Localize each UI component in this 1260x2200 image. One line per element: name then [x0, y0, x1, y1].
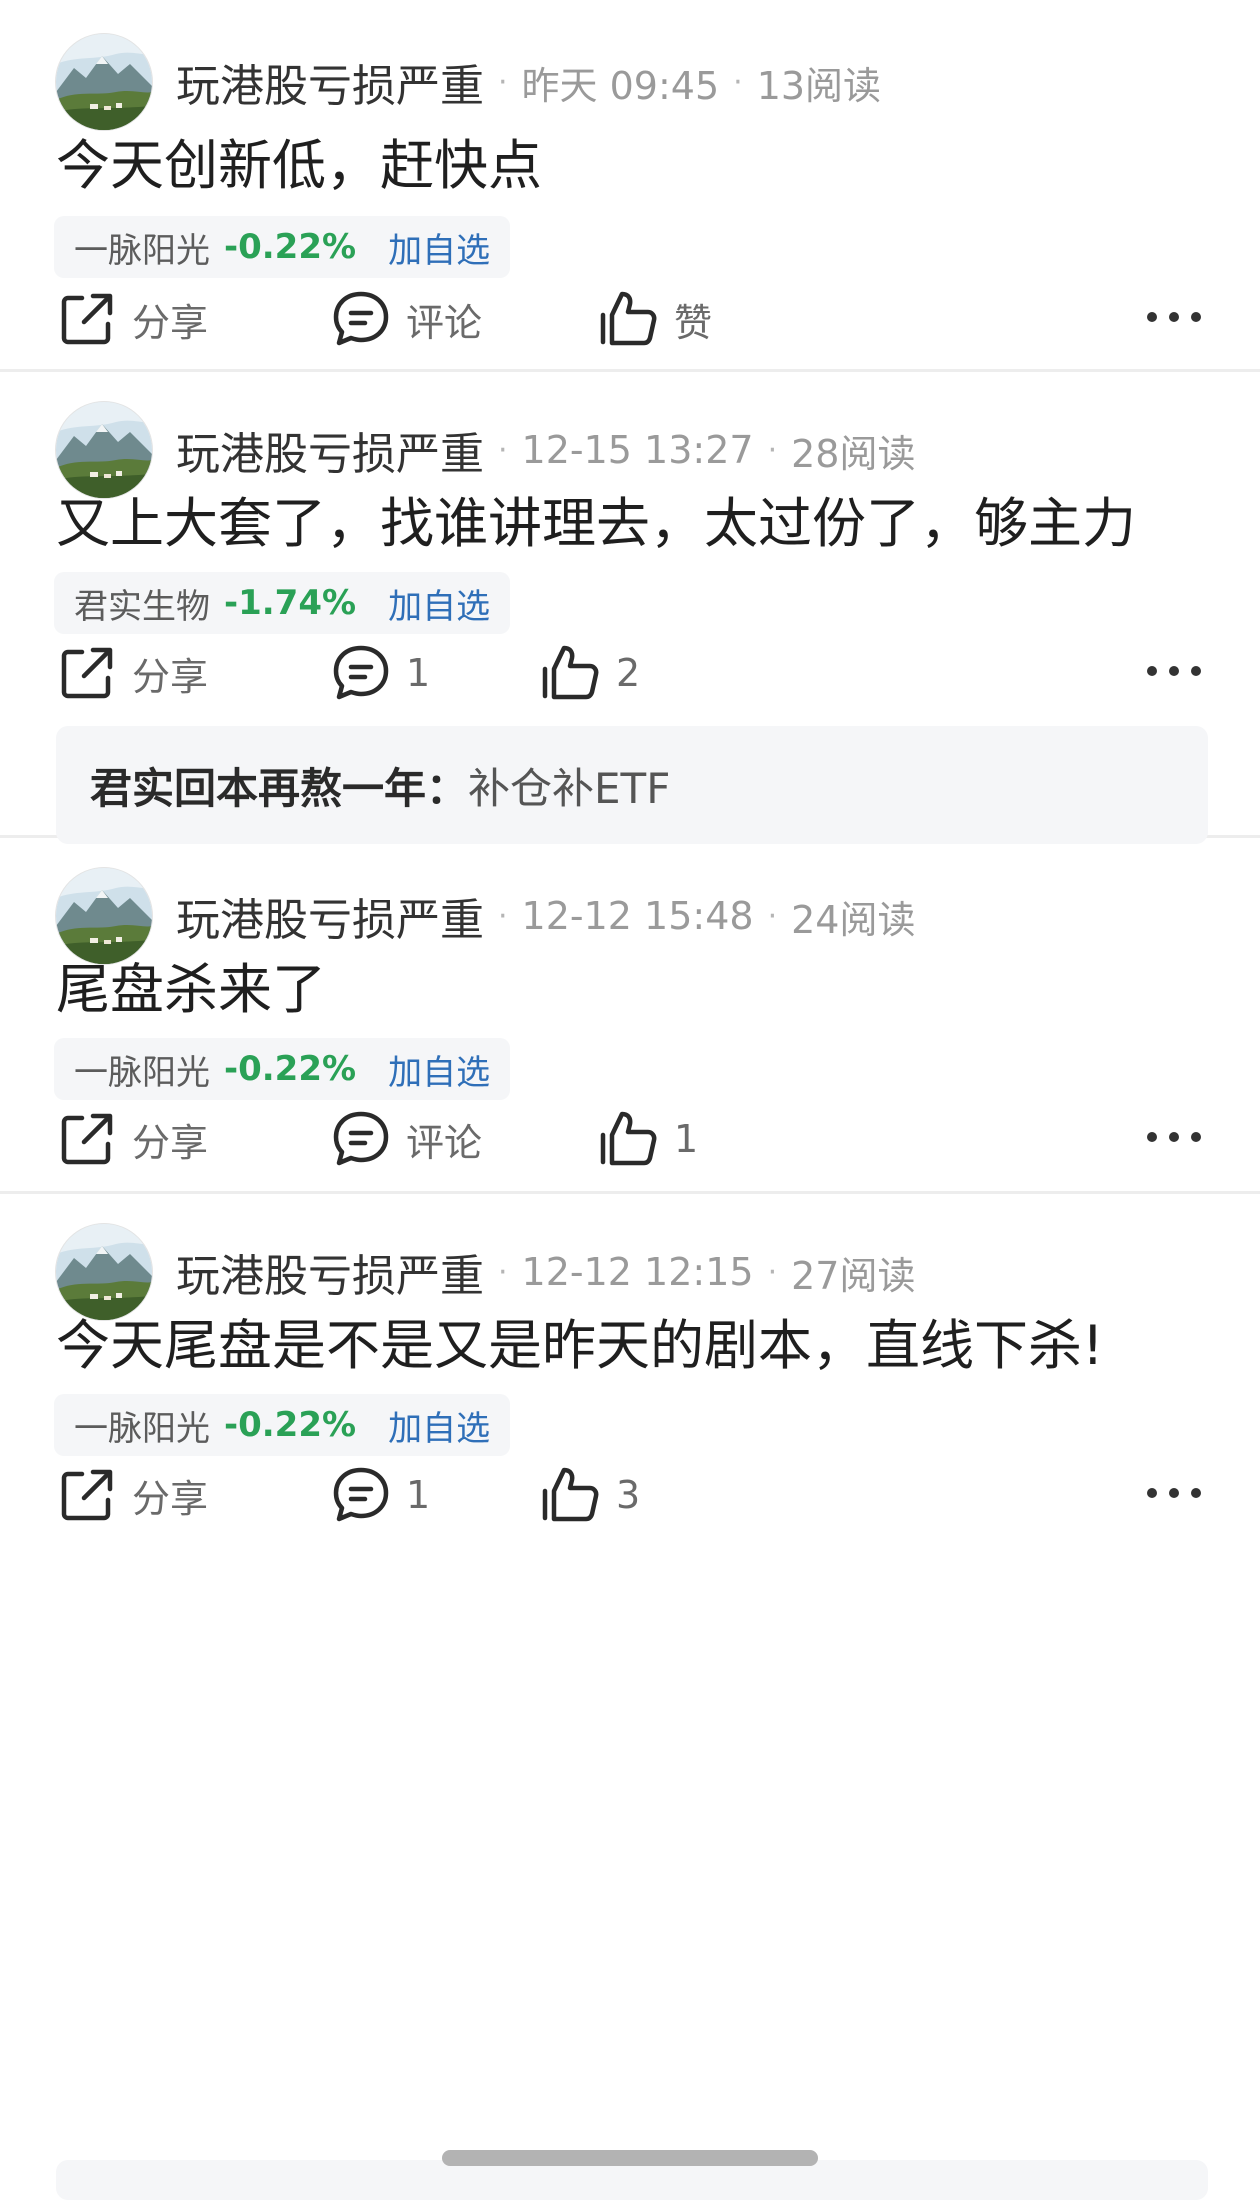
- home-indicator[interactable]: [442, 2150, 818, 2166]
- reply-preview-partial: [56, 2160, 1208, 2200]
- feed-canvas: [0, 0, 1260, 2185]
